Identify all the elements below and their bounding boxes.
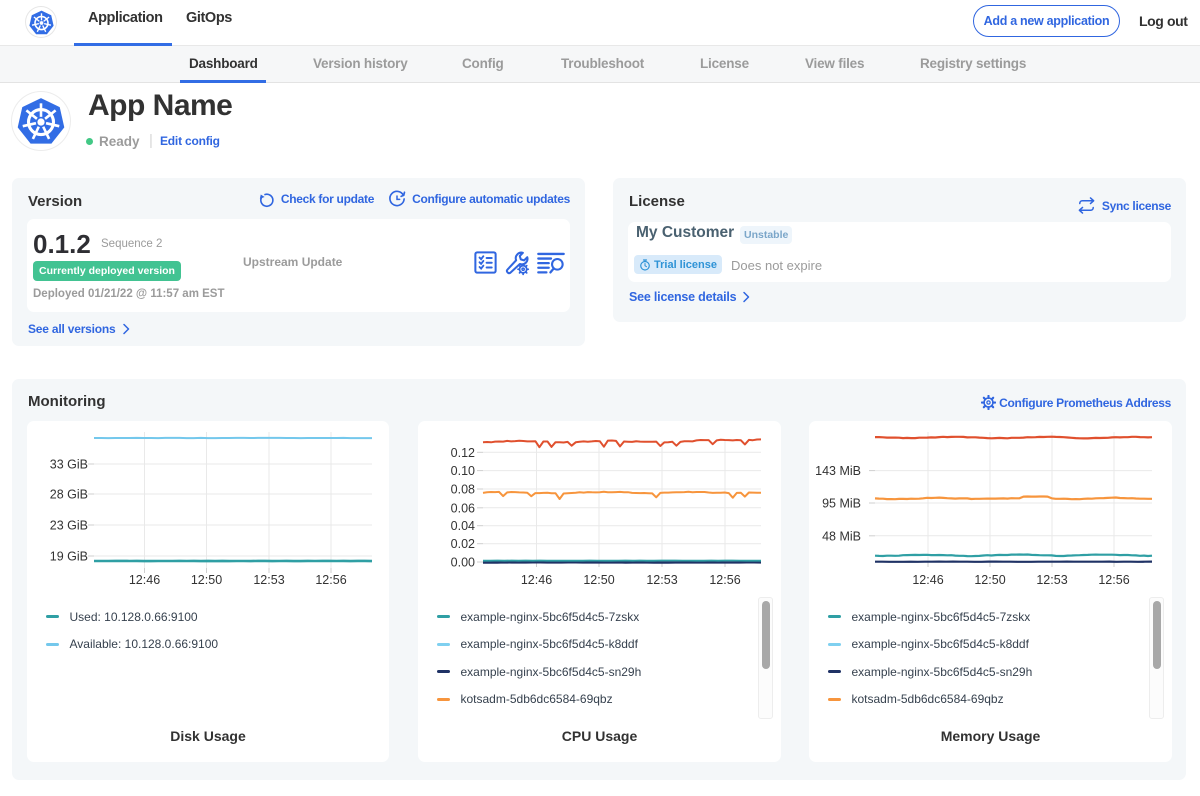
svg-text:12:56: 12:56 xyxy=(709,573,740,587)
svg-text:12:56: 12:56 xyxy=(1098,573,1129,587)
svg-text:12:46: 12:46 xyxy=(521,573,552,587)
svg-text:0.00: 0.00 xyxy=(451,556,475,570)
svg-text:0.10: 0.10 xyxy=(451,464,475,478)
svg-text:0.12: 0.12 xyxy=(451,446,475,460)
svg-text:12:53: 12:53 xyxy=(646,573,677,587)
svg-text:28 GiB: 28 GiB xyxy=(50,488,88,502)
svg-text:48 MiB: 48 MiB xyxy=(822,529,861,543)
svg-text:0.08: 0.08 xyxy=(451,483,475,497)
svg-text:12:56: 12:56 xyxy=(315,573,346,587)
svg-text:12:50: 12:50 xyxy=(583,573,614,587)
svg-text:12:46: 12:46 xyxy=(912,573,943,587)
svg-text:0.02: 0.02 xyxy=(451,537,475,551)
svg-text:12:53: 12:53 xyxy=(1036,573,1067,587)
svg-text:0.06: 0.06 xyxy=(451,501,475,515)
svg-text:23 GiB: 23 GiB xyxy=(50,519,88,533)
svg-text:95 MiB: 95 MiB xyxy=(822,497,861,511)
svg-text:12:53: 12:53 xyxy=(253,573,284,587)
svg-text:33 GiB: 33 GiB xyxy=(50,458,88,472)
svg-text:19 GiB: 19 GiB xyxy=(50,550,88,564)
svg-text:12:50: 12:50 xyxy=(191,573,222,587)
svg-text:0.04: 0.04 xyxy=(451,519,475,533)
svg-text:12:50: 12:50 xyxy=(974,573,1005,587)
svg-text:143 MiB: 143 MiB xyxy=(815,464,861,478)
svg-text:12:46: 12:46 xyxy=(129,573,160,587)
